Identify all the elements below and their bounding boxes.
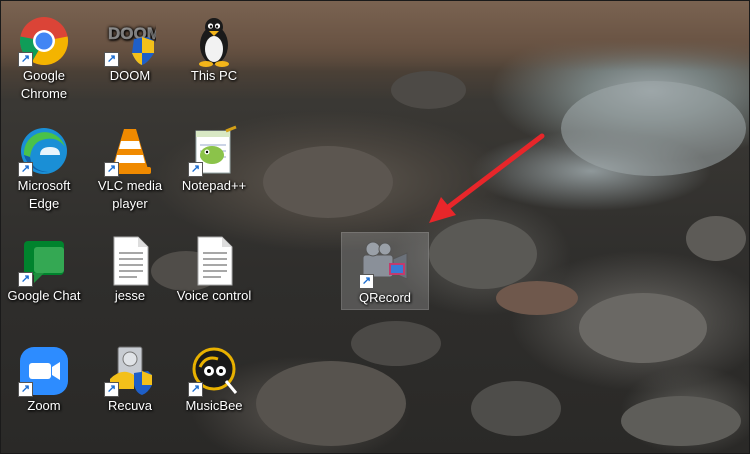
desktop[interactable]: ↗ Google Chrome DOOM ↗ DOOM This PC ↗ Mi… (0, 0, 750, 454)
annotation-arrow (429, 133, 545, 223)
